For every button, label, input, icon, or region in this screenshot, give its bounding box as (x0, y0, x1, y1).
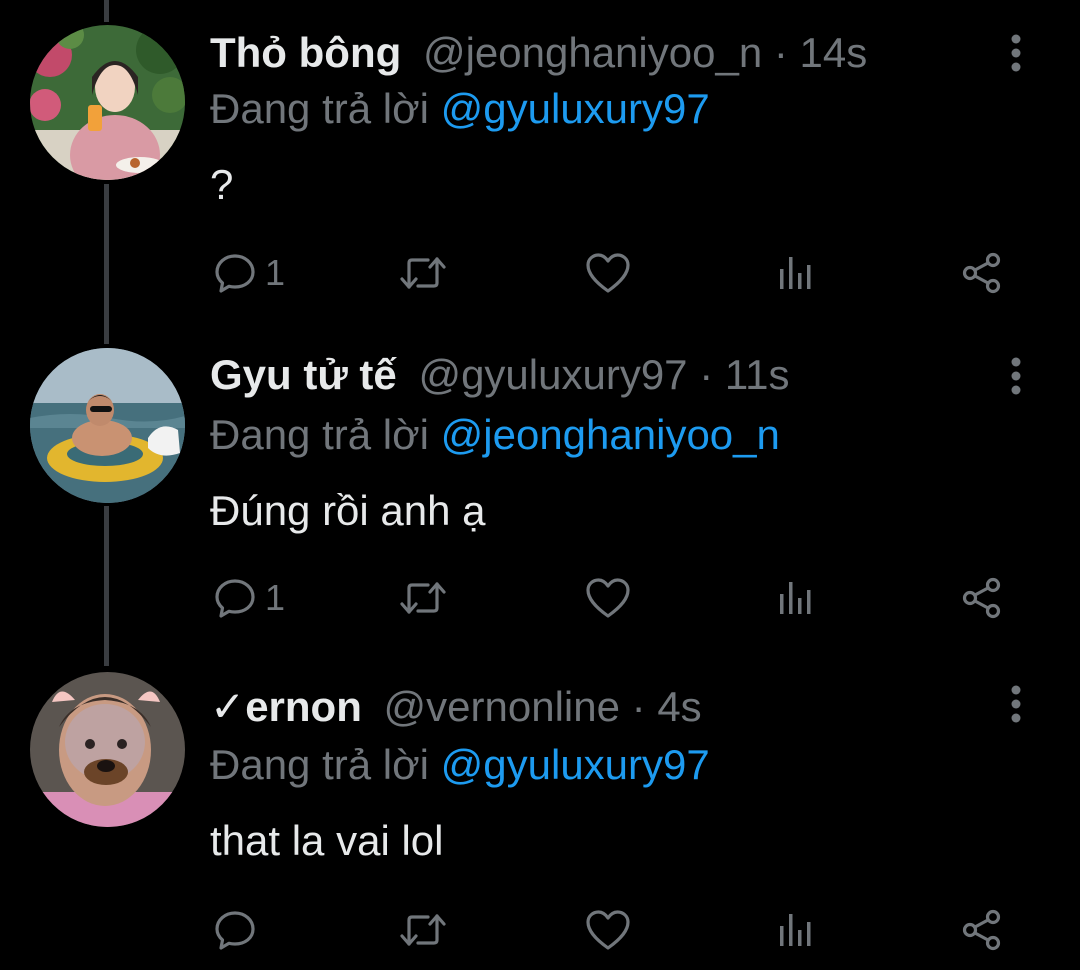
tweet[interactable]: ✓ernon @vernonline · 4s Đang trả lời @gy… (0, 0, 1080, 970)
tweet-header: ✓ernon @vernonline · 4s (210, 682, 702, 732)
mention-link[interactable]: @gyuluxury97 (441, 741, 710, 788)
retweet-icon (400, 914, 446, 946)
speech-bubble-icon (215, 911, 255, 950)
display-name[interactable]: ✓ernon (210, 683, 362, 730)
separator-dot: · (631, 683, 646, 730)
reply-thread: Thỏ bông @jeonghaniyoo_n · 14s Đang trả … (0, 0, 1080, 970)
views-button[interactable] (777, 900, 817, 960)
user-handle[interactable]: @vernonline (384, 683, 620, 730)
retweet-button[interactable] (398, 900, 448, 960)
reply-button[interactable] (213, 900, 265, 960)
timestamp[interactable]: 4s (657, 683, 701, 730)
share-icon (962, 909, 1001, 951)
replying-to: Đang trả lời @gyuluxury97 (210, 740, 710, 790)
replying-to-label: Đang trả lời (210, 741, 429, 788)
like-button[interactable] (584, 900, 632, 960)
share-button[interactable] (960, 900, 1004, 960)
bar-chart-icon (780, 914, 811, 946)
avatar[interactable] (30, 672, 185, 827)
more-options-button[interactable] (996, 676, 1036, 732)
tweet-actions (0, 900, 1080, 960)
tweet-text: that la vai lol (210, 817, 444, 864)
more-vertical-icon (1011, 685, 1021, 723)
heart-icon (586, 910, 630, 950)
